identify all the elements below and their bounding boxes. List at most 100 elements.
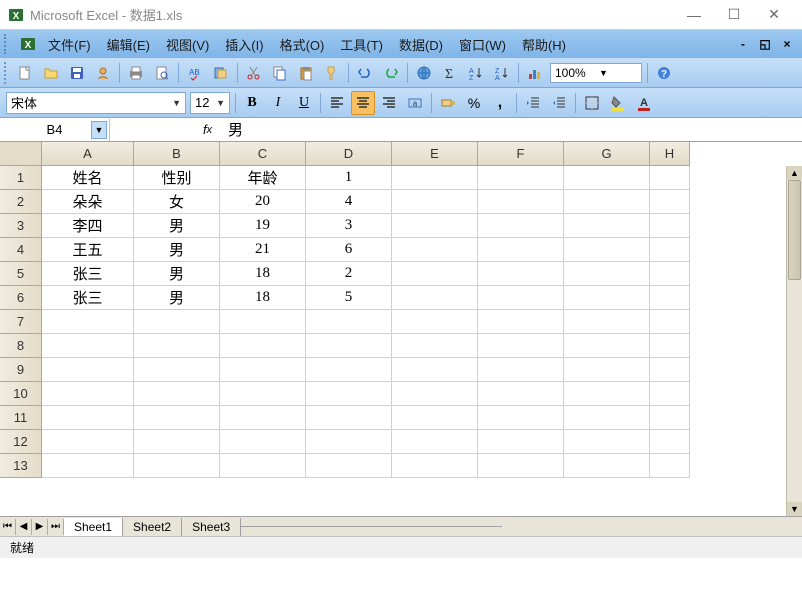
cell-B10[interactable] (134, 382, 220, 406)
cell-H7[interactable] (650, 310, 690, 334)
redo-button[interactable] (379, 61, 403, 85)
scroll-thumb[interactable] (788, 180, 801, 280)
cell-G4[interactable] (564, 238, 650, 262)
cell-A10[interactable] (42, 382, 134, 406)
percent-button[interactable]: % (462, 91, 486, 115)
chart-button[interactable] (523, 61, 547, 85)
tab-first-button[interactable]: ⏮ (0, 519, 16, 535)
help-button[interactable]: ? (652, 61, 676, 85)
cell-H2[interactable] (650, 190, 690, 214)
font-color-button[interactable]: A (632, 91, 656, 115)
cell-A2[interactable]: 朵朵 (42, 190, 134, 214)
cell-E1[interactable] (392, 166, 478, 190)
cell-B7[interactable] (134, 310, 220, 334)
undo-button[interactable] (353, 61, 377, 85)
cell-D7[interactable] (306, 310, 392, 334)
row-header-3[interactable]: 3 (0, 214, 42, 238)
cell-F4[interactable] (478, 238, 564, 262)
cell-A4[interactable]: 王五 (42, 238, 134, 262)
new-button[interactable] (13, 61, 37, 85)
row-header-6[interactable]: 6 (0, 286, 42, 310)
cell-D8[interactable] (306, 334, 392, 358)
scroll-down-icon[interactable]: ▼ (787, 502, 802, 516)
cell-G11[interactable] (564, 406, 650, 430)
cell-B3[interactable]: 男 (134, 214, 220, 238)
cell-C4[interactable]: 21 (220, 238, 306, 262)
cell-A11[interactable] (42, 406, 134, 430)
underline-button[interactable]: U (292, 91, 316, 115)
cell-E6[interactable] (392, 286, 478, 310)
menu-tools[interactable]: 工具(T) (332, 32, 391, 57)
print-button[interactable] (124, 61, 148, 85)
currency-button[interactable] (436, 91, 460, 115)
cell-E2[interactable] (392, 190, 478, 214)
cell-H3[interactable] (650, 214, 690, 238)
cell-C11[interactable] (220, 406, 306, 430)
cell-C3[interactable]: 19 (220, 214, 306, 238)
cell-H9[interactable] (650, 358, 690, 382)
cell-A1[interactable]: 姓名 (42, 166, 134, 190)
cell-E7[interactable] (392, 310, 478, 334)
cell-E11[interactable] (392, 406, 478, 430)
menu-data[interactable]: 数据(D) (391, 32, 451, 57)
merge-center-button[interactable]: a (403, 91, 427, 115)
cell-B11[interactable] (134, 406, 220, 430)
cell-D10[interactable] (306, 382, 392, 406)
menu-edit[interactable]: 编辑(E) (99, 32, 158, 57)
cell-A5[interactable]: 张三 (42, 262, 134, 286)
cell-E13[interactable] (392, 454, 478, 478)
cell-B8[interactable] (134, 334, 220, 358)
tab-prev-button[interactable]: ◀ (16, 519, 32, 535)
sort-desc-button[interactable]: ZA (490, 61, 514, 85)
cell-G8[interactable] (564, 334, 650, 358)
row-header-12[interactable]: 12 (0, 430, 42, 454)
cell-F2[interactable] (478, 190, 564, 214)
cell-F7[interactable] (478, 310, 564, 334)
cell-C8[interactable] (220, 334, 306, 358)
grip[interactable] (4, 62, 10, 84)
cell-F3[interactable] (478, 214, 564, 238)
row-header-10[interactable]: 10 (0, 382, 42, 406)
cell-A7[interactable] (42, 310, 134, 334)
sort-asc-button[interactable]: AZ (464, 61, 488, 85)
cell-B9[interactable] (134, 358, 220, 382)
row-header-4[interactable]: 4 (0, 238, 42, 262)
cell-E9[interactable] (392, 358, 478, 382)
cell-H12[interactable] (650, 430, 690, 454)
cell-B6[interactable]: 男 (134, 286, 220, 310)
autosum-button[interactable]: Σ (438, 61, 462, 85)
row-header-13[interactable]: 13 (0, 454, 42, 478)
align-left-button[interactable] (325, 91, 349, 115)
cell-B5[interactable]: 男 (134, 262, 220, 286)
maximize-button[interactable]: ☐ (714, 1, 754, 29)
cell-F12[interactable] (478, 430, 564, 454)
cell-C13[interactable] (220, 454, 306, 478)
row-header-8[interactable]: 8 (0, 334, 42, 358)
tab-last-button[interactable]: ⏭ (48, 519, 64, 535)
menu-insert[interactable]: 插入(I) (217, 32, 271, 57)
research-button[interactable] (209, 61, 233, 85)
cell-G1[interactable] (564, 166, 650, 190)
menu-view[interactable]: 视图(V) (158, 32, 217, 57)
cell-G5[interactable] (564, 262, 650, 286)
font-name-combo[interactable]: 宋体▼ (6, 92, 186, 114)
cut-button[interactable] (242, 61, 266, 85)
cell-D9[interactable] (306, 358, 392, 382)
cell-F9[interactable] (478, 358, 564, 382)
preview-button[interactable] (150, 61, 174, 85)
cell-C2[interactable]: 20 (220, 190, 306, 214)
font-size-combo[interactable]: 12▼ (190, 92, 230, 114)
mdi-minimize-button[interactable]: - (734, 35, 752, 53)
column-header-B[interactable]: B (134, 142, 220, 166)
row-header-7[interactable]: 7 (0, 310, 42, 334)
cell-D2[interactable]: 4 (306, 190, 392, 214)
format-painter-button[interactable] (320, 61, 344, 85)
permission-button[interactable] (91, 61, 115, 85)
open-button[interactable] (39, 61, 63, 85)
cell-H6[interactable] (650, 286, 690, 310)
cell-D13[interactable] (306, 454, 392, 478)
cell-E12[interactable] (392, 430, 478, 454)
spelling-button[interactable]: AB (183, 61, 207, 85)
column-header-E[interactable]: E (392, 142, 478, 166)
cell-D4[interactable]: 6 (306, 238, 392, 262)
